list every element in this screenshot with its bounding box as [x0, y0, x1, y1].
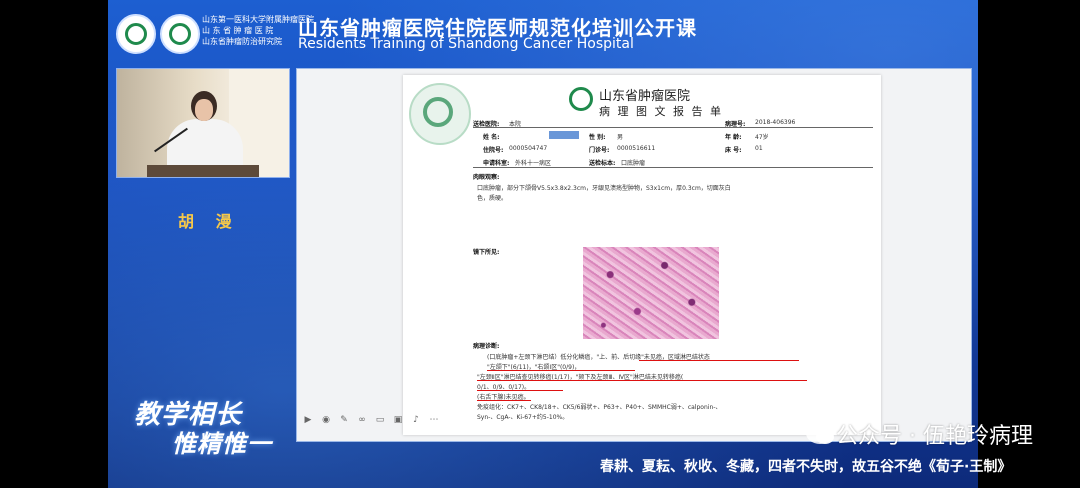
gross-text-2: 色，质硬。	[477, 195, 508, 202]
report-title: 病 理 图 文 报 告 单	[599, 105, 723, 118]
dept-value: 外科十一病区	[515, 160, 552, 167]
course-title-en: Residents Training of Shandong Cancer Ho…	[298, 36, 634, 52]
clinic-no-value: 0000516611	[617, 145, 656, 152]
header-rule	[473, 127, 873, 128]
play-icon[interactable]: ▶	[303, 415, 313, 425]
specimen-label: 送检标本:	[589, 160, 616, 167]
diagnosis-label: 病理诊断:	[473, 343, 500, 350]
link-icon[interactable]: ∞	[357, 415, 367, 425]
age-label: 年 龄:	[725, 134, 742, 141]
bed-value: 01	[755, 145, 763, 152]
inpatient-no-label: 住院号:	[483, 147, 504, 154]
annotation-underline-2	[487, 370, 635, 371]
eye-icon[interactable]: ◉	[321, 415, 331, 425]
micro-label: 镜下所见:	[473, 249, 500, 256]
diagnosis-line-6: 免疫组化：CK7+、CK8/18+、CK5/6弱状+、P63+、P40+、SMM…	[477, 404, 722, 411]
name-label: 姓 名:	[483, 134, 500, 141]
dots-icon[interactable]: ⋯	[429, 415, 439, 425]
pathology-no-value: 2018-406396	[755, 119, 796, 126]
image-icon[interactable]: ▣	[393, 415, 403, 425]
info-rule	[473, 167, 873, 168]
wechat-logo-icon	[806, 422, 834, 444]
comment-icon[interactable]: ▭	[375, 415, 385, 425]
pathology-report: 山东省肿瘤医院 病 理 图 文 报 告 单 送检医院: 本院 病理号: 2018…	[403, 75, 881, 435]
gross-label: 肉眼观察:	[473, 174, 500, 181]
name-redaction	[549, 131, 579, 139]
sex-label: 性 别:	[589, 134, 606, 141]
slide-stage: 山东第一医科大学附属肿瘤医院 山 东 省 肿 瘤 医 院 山东省肿瘤防治研究院 …	[108, 0, 978, 488]
dept-label: 申请科室:	[483, 160, 510, 167]
university-logo-icon	[116, 14, 156, 54]
hospital-logo-icon	[160, 14, 200, 54]
annotation-underline-1	[639, 360, 799, 361]
inpatient-no-value: 0000504747	[509, 145, 548, 152]
bed-label: 床 号:	[725, 147, 742, 154]
slogan-line-2: 惟精惟一	[172, 429, 272, 458]
speaker-camera-video	[116, 68, 290, 178]
microscopy-image	[583, 247, 719, 339]
annotation-underline-5	[477, 400, 531, 401]
wechat-watermark: 公众号 · 伍艳玲病理	[836, 424, 1033, 449]
report-logo-icon	[569, 87, 593, 111]
speaker-name: 胡 漫	[178, 212, 240, 231]
clinic-no-label: 门诊号:	[589, 147, 610, 154]
annotation-underline-3	[477, 380, 807, 381]
diagnosis-line-7: Syn-、CgA-、Ki-67+约5-10%。	[477, 414, 569, 421]
report-hospital-name: 山东省肿瘤医院	[599, 89, 691, 104]
bottom-caption: 春耕、夏耘、秋收、冬藏，四者不失时，故五谷不绝《荀子·王制》	[600, 459, 1012, 475]
gross-text-1: 口底肿瘤，部分下颌骨V5.5x3.8x2.3cm，牙龈见溃疡型肿物，S3x1cm…	[477, 185, 731, 192]
age-value: 47岁	[755, 134, 769, 141]
audio-icon[interactable]: ♪	[411, 415, 421, 425]
sex-value: 男	[617, 134, 624, 141]
annotation-underline-4	[477, 390, 563, 391]
header-banner: 山东第一医科大学附属肿瘤医院 山 东 省 肿 瘤 医 院 山东省肿瘤防治研究院 …	[108, 0, 978, 62]
pen-icon[interactable]: ✎	[339, 415, 349, 425]
shared-screen: 山东省肿瘤医院 病 理 图 文 报 告 单 送检医院: 本院 病理号: 2018…	[296, 68, 972, 442]
hospital-watermark-logo-icon	[409, 83, 471, 145]
specimen-value: 口底肿瘤	[621, 160, 646, 167]
